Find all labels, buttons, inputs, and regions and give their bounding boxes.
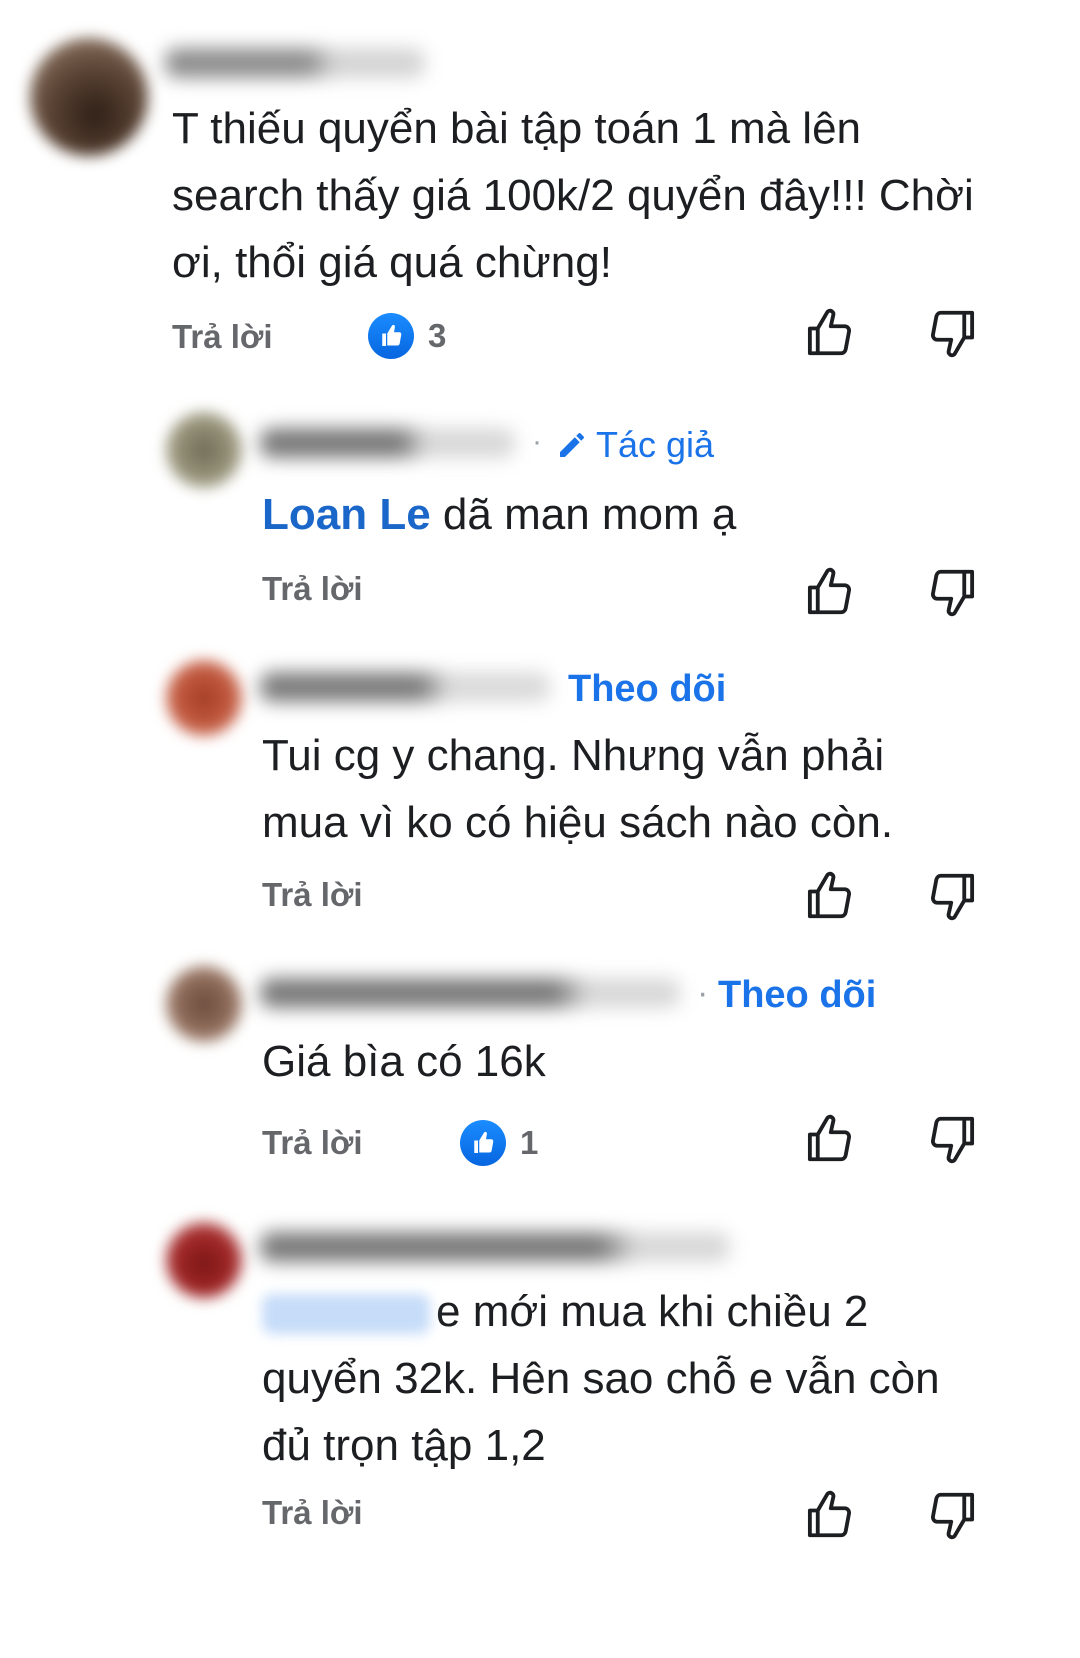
reaction-summary[interactable]: 1: [460, 1120, 538, 1166]
comment-text-body: dã man mom ạ: [430, 490, 737, 539]
mention-blurred[interactable]: [262, 1294, 430, 1335]
thumbs-up-icon[interactable]: [802, 869, 856, 923]
thumbs-up-icon[interactable]: [802, 306, 856, 360]
reply-button[interactable]: Trả lời: [172, 318, 273, 356]
pencil-icon: [560, 433, 584, 457]
comment-text: Loan Le dã man mom ạ: [262, 481, 1022, 548]
avatar[interactable]: [166, 966, 242, 1042]
reply-button[interactable]: Trả lời: [262, 1124, 363, 1162]
thumbs-up-icon[interactable]: [802, 565, 856, 619]
thumbs-down-icon[interactable]: [926, 565, 980, 619]
author-name-blurred[interactable]: [260, 672, 550, 702]
comment-text: Giá bìa có 16k: [262, 1037, 546, 1086]
like-reaction-icon: [368, 313, 414, 359]
author-tag: Tác giả: [556, 424, 714, 466]
comment-text: e mới mua khi chiều 2 quyển 32k. Hên sao…: [262, 1278, 982, 1479]
thumbs-up-icon[interactable]: [802, 1488, 856, 1542]
author-name-blurred[interactable]: [260, 428, 515, 458]
avatar[interactable]: [166, 412, 242, 488]
follow-button[interactable]: Theo dõi: [568, 668, 726, 711]
author-name-blurred[interactable]: [165, 48, 425, 78]
separator-dot: ·: [697, 974, 709, 1012]
reply-button[interactable]: Trả lời: [262, 876, 363, 914]
author-name-blurred[interactable]: [260, 1232, 730, 1262]
reaction-summary[interactable]: 3: [368, 313, 446, 359]
mention-link[interactable]: Loan Le: [262, 490, 431, 539]
avatar[interactable]: [166, 1222, 242, 1298]
reaction-count: 1: [520, 1124, 539, 1161]
comment-text: Tui cg y chang. Nhưng vẫn phải mua vì ko…: [262, 731, 894, 847]
thumbs-up-icon[interactable]: [802, 1112, 856, 1166]
author-tag-label: Tác giả: [596, 424, 715, 465]
avatar[interactable]: [166, 660, 242, 736]
separator-dot: ·: [532, 425, 542, 458]
thumbs-down-icon[interactable]: [926, 1488, 980, 1542]
comment-text: T thiếu quyển bài tập toán 1 mà lên sear…: [172, 104, 974, 287]
reply-button[interactable]: Trả lời: [262, 1494, 363, 1532]
follow-button[interactable]: Theo dõi: [718, 974, 876, 1017]
thumbs-down-icon[interactable]: [926, 1112, 980, 1166]
author-name-blurred[interactable]: [260, 978, 680, 1008]
avatar[interactable]: [30, 38, 148, 156]
reaction-count: 3: [428, 317, 447, 354]
thumbs-down-icon[interactable]: [926, 869, 980, 923]
thumbs-down-icon[interactable]: [926, 306, 980, 360]
reply-button[interactable]: Trả lời: [262, 570, 363, 608]
like-reaction-icon: [460, 1120, 506, 1166]
